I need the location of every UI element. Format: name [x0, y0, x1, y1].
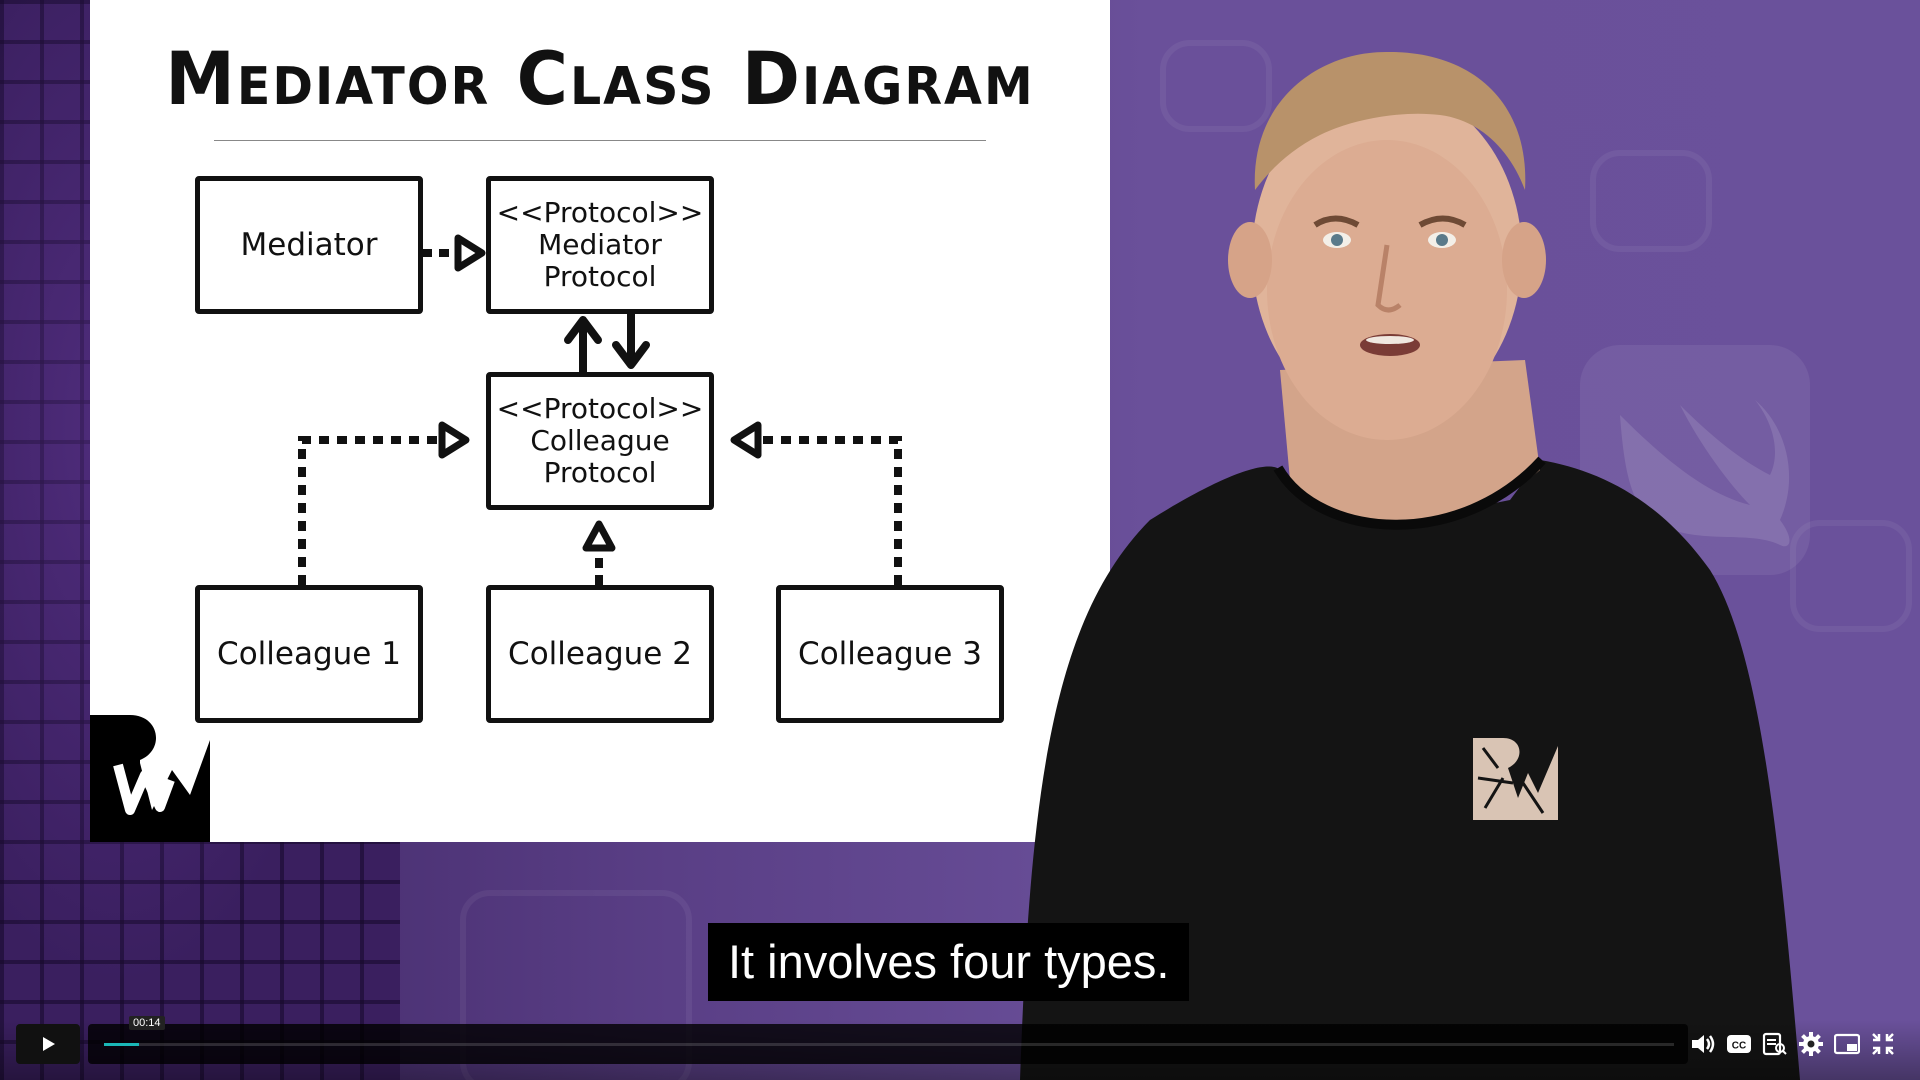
exit-fullscreen-button[interactable]: [1870, 1031, 1896, 1057]
protocol-name-line-1: Colleague: [530, 424, 670, 457]
player-controls: [0, 1020, 1920, 1080]
timeline-progress: [104, 1043, 139, 1046]
picture-in-picture-button[interactable]: [1834, 1031, 1860, 1057]
closed-captions-button[interactable]: CC: [1726, 1031, 1752, 1057]
mediator-box-label: Mediator: [240, 227, 378, 263]
mediator-realization-arrowhead: [454, 234, 486, 272]
mediator-box: Mediator: [195, 176, 423, 314]
colleague-protocol-box: <<Protocol>> Colleague Protocol: [486, 372, 714, 510]
colleague3-realization-arrowhead: [730, 421, 762, 459]
colleague1-realization-line: [298, 436, 450, 585]
play-icon: [43, 1037, 55, 1051]
settings-icon: [1799, 1032, 1823, 1056]
colleague2-realization-arrowhead: [582, 520, 616, 552]
play-button[interactable]: [16, 1024, 80, 1064]
rw-logo: [90, 715, 210, 842]
closed-captions-icon: CC: [1727, 1035, 1751, 1053]
subtitle-caption: It involves four types.: [708, 923, 1190, 1001]
svg-text:CC: CC: [1732, 1041, 1746, 1052]
mediator-protocol-box: <<Protocol>> Mediator Protocol: [486, 176, 714, 314]
stereotype-label: <<Protocol>>: [496, 196, 704, 229]
colleague3-realization-line: [750, 436, 902, 585]
volume-icon: [1692, 1035, 1715, 1053]
colleague1-realization-arrowhead: [438, 421, 470, 459]
colleague-1-box: Colleague 1: [195, 585, 423, 723]
video-frame[interactable]: Mediator Class Diagram Mediator <<Protoc…: [0, 0, 1920, 1080]
picture-in-picture-icon: [1834, 1033, 1860, 1055]
colleague-2-label: Colleague 2: [508, 636, 692, 672]
transcript-button[interactable]: [1762, 1031, 1788, 1057]
settings-button[interactable]: [1798, 1031, 1824, 1057]
current-time-tooltip: 00:14: [129, 1016, 165, 1030]
colleague-1-label: Colleague 1: [217, 636, 401, 672]
volume-button[interactable]: [1690, 1031, 1716, 1057]
protocol-name-line-2: Protocol: [543, 260, 657, 293]
transcript-icon: [1762, 1032, 1787, 1056]
stereotype-label: <<Protocol>>: [496, 392, 704, 425]
exit-fullscreen-icon: [1872, 1033, 1894, 1055]
colleague-2-box: Colleague 2: [486, 585, 714, 723]
protocol-name-line-1: Mediator: [538, 228, 662, 261]
protocol-name-line-2: Protocol: [543, 456, 657, 489]
timeline-scrubber[interactable]: [104, 1043, 1674, 1046]
